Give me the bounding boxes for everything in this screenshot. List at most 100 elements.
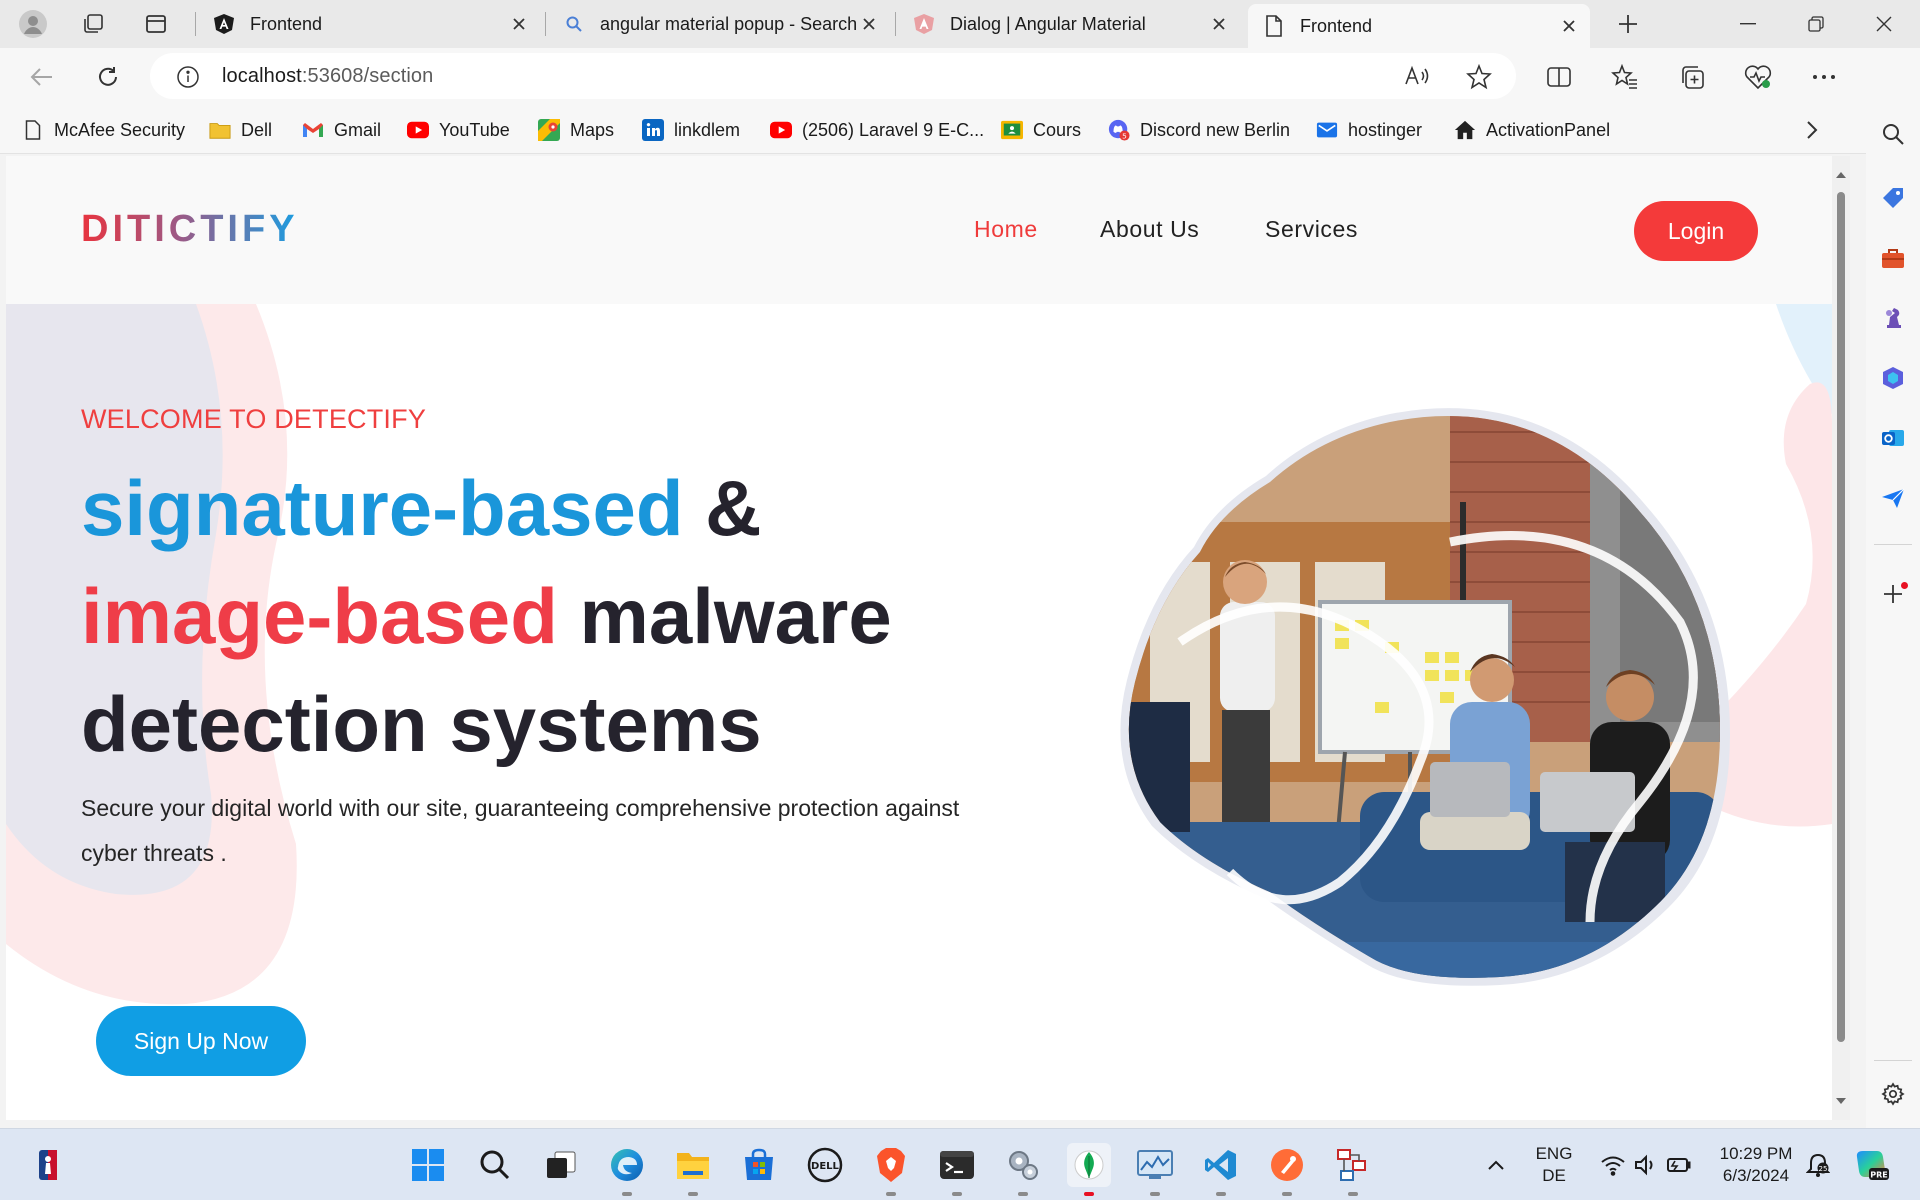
- tab-dialog-angular-material[interactable]: Dialog | Angular Material: [898, 6, 1240, 42]
- tab-label: Frontend: [250, 13, 323, 34]
- sidebar-settings-gear-icon[interactable]: [1877, 1078, 1909, 1110]
- url-host: localhost: [222, 65, 302, 87]
- favorite-linkedin[interactable]: linkdlem: [642, 117, 740, 143]
- taskbar-search-icon[interactable]: [473, 1143, 517, 1187]
- tab-frontend-1[interactable]: Frontend: [198, 6, 540, 42]
- show-hidden-icons-chevron-icon[interactable]: [1476, 1143, 1516, 1187]
- nba-widget-icon[interactable]: [26, 1143, 70, 1187]
- tab-actions-icon[interactable]: [140, 8, 172, 40]
- restore-icon[interactable]: [1782, 0, 1850, 48]
- page-scrollbar[interactable]: [1832, 156, 1850, 1120]
- brave-browser-icon[interactable]: [869, 1143, 913, 1196]
- favorite-hostinger[interactable]: hostinger: [1316, 117, 1422, 143]
- hero-subtitle: Secure your digital world with our site,…: [81, 795, 960, 866]
- sign-up-now-button[interactable]: Sign Up Now: [96, 1006, 306, 1076]
- file-explorer-icon[interactable]: [671, 1143, 715, 1196]
- new-tab-icon[interactable]: [1612, 8, 1644, 40]
- favorite-activationpanel[interactable]: ActivationPanel: [1454, 117, 1610, 143]
- site-logo[interactable]: DITICTIFY: [81, 208, 299, 251]
- back-arrow-icon[interactable]: [22, 57, 62, 97]
- clock[interactable]: 10:29 PM 6/3/2024: [1704, 1143, 1808, 1187]
- scroll-up-arrow-icon[interactable]: [1832, 166, 1850, 184]
- scrollbar-thumb[interactable]: [1837, 192, 1845, 1042]
- favorite-youtube[interactable]: YouTube: [407, 117, 510, 143]
- windows-start-icon[interactable]: [406, 1143, 450, 1187]
- headline-malware: malware: [557, 572, 892, 660]
- nav-services[interactable]: Services: [1265, 216, 1358, 243]
- favorite-label: Cours: [1033, 119, 1082, 140]
- volume-icon[interactable]: [1628, 1143, 1662, 1187]
- favorites-icon[interactable]: [1605, 57, 1645, 97]
- read-aloud-icon[interactable]: [1404, 64, 1432, 88]
- address-bar[interactable]: localhost:53608/section: [150, 53, 1516, 99]
- minimize-icon[interactable]: [1714, 0, 1782, 48]
- battery-icon[interactable]: [1661, 1143, 1695, 1187]
- favorite-dell[interactable]: Dell: [209, 117, 272, 143]
- welcome-text: WELCOME TO DETECTIFY: [81, 404, 427, 434]
- linkedin-icon: [642, 119, 664, 141]
- hero-team-meeting-image: [1120, 408, 1730, 986]
- maps-icon: [538, 119, 560, 141]
- favorite-discord[interactable]: 5 Discord new Berlin: [1108, 117, 1290, 143]
- games-chess-icon[interactable]: [1877, 302, 1909, 334]
- favorite-gmail[interactable]: Gmail: [302, 117, 381, 143]
- close-icon[interactable]: [508, 13, 530, 35]
- network-tool-icon[interactable]: [1331, 1143, 1375, 1196]
- copilot-preview-icon[interactable]: PRE: [1848, 1143, 1896, 1187]
- wifi-icon[interactable]: [1594, 1143, 1632, 1187]
- favorite-label: McAfee Security: [54, 119, 186, 140]
- outlook-icon[interactable]: [1877, 422, 1909, 454]
- mongodb-compass-icon[interactable]: [1067, 1143, 1111, 1196]
- language-code: ENG: [1535, 1144, 1573, 1163]
- close-icon[interactable]: [858, 13, 880, 35]
- postman-icon[interactable]: [1265, 1143, 1309, 1196]
- close-icon[interactable]: [1558, 15, 1580, 37]
- nav-about-us[interactable]: About Us: [1100, 216, 1199, 243]
- search-icon: [562, 12, 586, 36]
- more-menu-icon[interactable]: [1804, 57, 1844, 97]
- hero-headline: signature-based & image-based malware de…: [81, 454, 1061, 778]
- terminal-icon[interactable]: [935, 1143, 979, 1196]
- angular-a-icon: [212, 12, 236, 36]
- login-button[interactable]: Login: [1634, 201, 1758, 261]
- nav-home[interactable]: Home: [974, 216, 1038, 243]
- url-text[interactable]: localhost:53608/section: [222, 65, 433, 88]
- collections-icon[interactable]: [1672, 57, 1712, 97]
- dell-app-icon[interactable]: DELL: [803, 1143, 847, 1187]
- gmail-icon: [302, 119, 324, 141]
- close-icon[interactable]: [1208, 13, 1230, 35]
- refresh-icon[interactable]: [88, 57, 128, 97]
- workspaces-icon[interactable]: [77, 8, 109, 40]
- favorite-cours[interactable]: Cours: [1001, 117, 1081, 143]
- microsoft-store-icon[interactable]: [737, 1143, 781, 1187]
- notifications-bell-icon[interactable]: 25: [1798, 1143, 1838, 1187]
- microsoft-365-icon[interactable]: [1877, 362, 1909, 394]
- add-sidebar-app-icon[interactable]: [1877, 578, 1909, 610]
- scroll-down-arrow-icon[interactable]: [1832, 1092, 1850, 1110]
- send-paper-plane-icon[interactable]: [1877, 482, 1909, 514]
- close-window-icon[interactable]: [1850, 0, 1918, 48]
- favorite-maps[interactable]: Maps: [538, 117, 614, 143]
- performance-monitor-icon[interactable]: [1133, 1143, 1177, 1196]
- info-icon[interactable]: [176, 65, 200, 89]
- input-language[interactable]: ENG DE: [1526, 1143, 1582, 1187]
- favorite-mcafee[interactable]: McAfee Security: [22, 117, 185, 143]
- split-screen-icon[interactable]: [1539, 57, 1579, 97]
- vscode-icon[interactable]: [1199, 1143, 1243, 1196]
- favorites-overflow-chevron-icon[interactable]: [1806, 117, 1818, 143]
- search-icon[interactable]: [1877, 118, 1909, 150]
- tab-frontend-active[interactable]: Frontend: [1248, 4, 1590, 48]
- tab-label: angular material popup - Search: [600, 13, 858, 34]
- favorite-star-icon[interactable]: [1466, 64, 1492, 90]
- edge-browser-icon[interactable]: [605, 1143, 649, 1196]
- task-view-icon[interactable]: [539, 1143, 583, 1187]
- shopping-tag-icon[interactable]: [1877, 182, 1909, 214]
- favorite-label: YouTube: [439, 119, 510, 140]
- favorite-laravel-video[interactable]: (2506) Laravel 9 E-C...: [770, 117, 984, 143]
- settings-gears-app-icon[interactable]: [1001, 1143, 1045, 1196]
- tab-search[interactable]: angular material popup - Search: [548, 6, 890, 42]
- tools-briefcase-icon[interactable]: [1877, 242, 1909, 274]
- profile-avatar-icon[interactable]: [17, 8, 49, 40]
- favorite-label: Discord new Berlin: [1140, 119, 1291, 140]
- browser-essentials-icon[interactable]: [1738, 57, 1778, 97]
